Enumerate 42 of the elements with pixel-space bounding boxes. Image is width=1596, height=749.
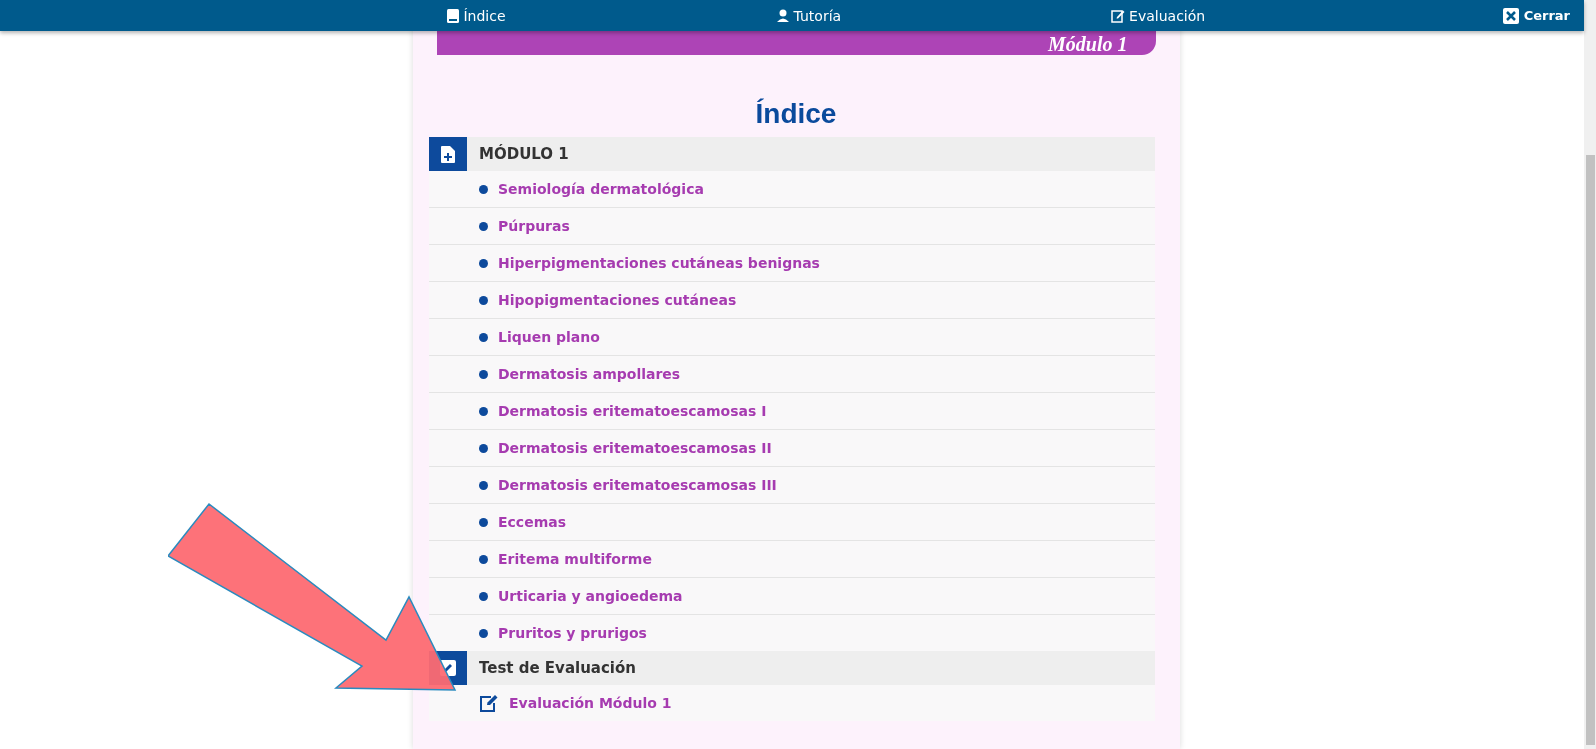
close-icon — [1502, 7, 1519, 24]
nav-link[interactable]: Tutoría — [775, 7, 842, 24]
teacher-icon — [775, 9, 790, 22]
bullet-icon — [479, 517, 488, 527]
bullet-icon — [479, 591, 488, 601]
bullet-icon — [479, 295, 488, 305]
topic-link[interactable]: Dermatosis ampollares — [498, 366, 681, 382]
topic-link[interactable]: Eccemas — [498, 514, 567, 530]
topic-link[interactable]: Urticaria y angioedema — [498, 588, 683, 604]
topic-link[interactable]: Dermatosis eritematoescamosas III — [498, 477, 777, 493]
banner-title: Módulo 1 — [1048, 33, 1128, 55]
bullet-icon — [479, 221, 488, 231]
bullet-icon — [479, 443, 488, 453]
topic-link[interactable]: Dermatosis eritematoescamosas II — [498, 440, 772, 456]
bullet-icon — [479, 554, 488, 564]
section-title: MÓDULO 1 — [479, 145, 569, 163]
topic-link[interactable]: Evaluación Módulo 1 — [509, 695, 672, 711]
page-title: Índice — [755, 97, 837, 131]
topic-link[interactable]: Eritema multiforme — [498, 551, 652, 567]
bullet-icon — [479, 406, 488, 416]
topic-link[interactable]: Dermatosis eritematoescamosas I — [498, 403, 767, 419]
topic-link[interactable]: Liquen plano — [498, 329, 600, 345]
bullet-icon — [479, 369, 488, 379]
topic-link[interactable]: Hipopigmentaciones cutáneas — [498, 292, 737, 308]
topic-link[interactable]: Púrpuras — [498, 218, 570, 234]
edit-icon — [479, 694, 499, 712]
topic-link[interactable]: Semiología dermatológica — [498, 181, 704, 197]
section-title: Test de Evaluación — [479, 659, 636, 677]
topic-link[interactable]: Hiperpigmentaciones cutáneas benignas — [498, 255, 820, 271]
bullet-icon — [479, 628, 488, 638]
bullet-icon — [479, 332, 488, 342]
nav-link[interactable]: Índice — [447, 7, 506, 24]
medical-document-icon — [441, 145, 455, 163]
nav-link[interactable]: Evaluación — [1111, 7, 1206, 24]
edit-icon — [1111, 8, 1126, 23]
topic-link[interactable]: Pruritos y prurigos — [498, 625, 647, 641]
bullet-icon — [479, 480, 488, 490]
scrollbar[interactable] — [1584, 0, 1596, 749]
bullet-icon — [479, 184, 488, 194]
close-button[interactable]: Cerrar — [1502, 7, 1570, 24]
book-icon — [447, 8, 460, 23]
bullet-icon — [479, 258, 488, 268]
